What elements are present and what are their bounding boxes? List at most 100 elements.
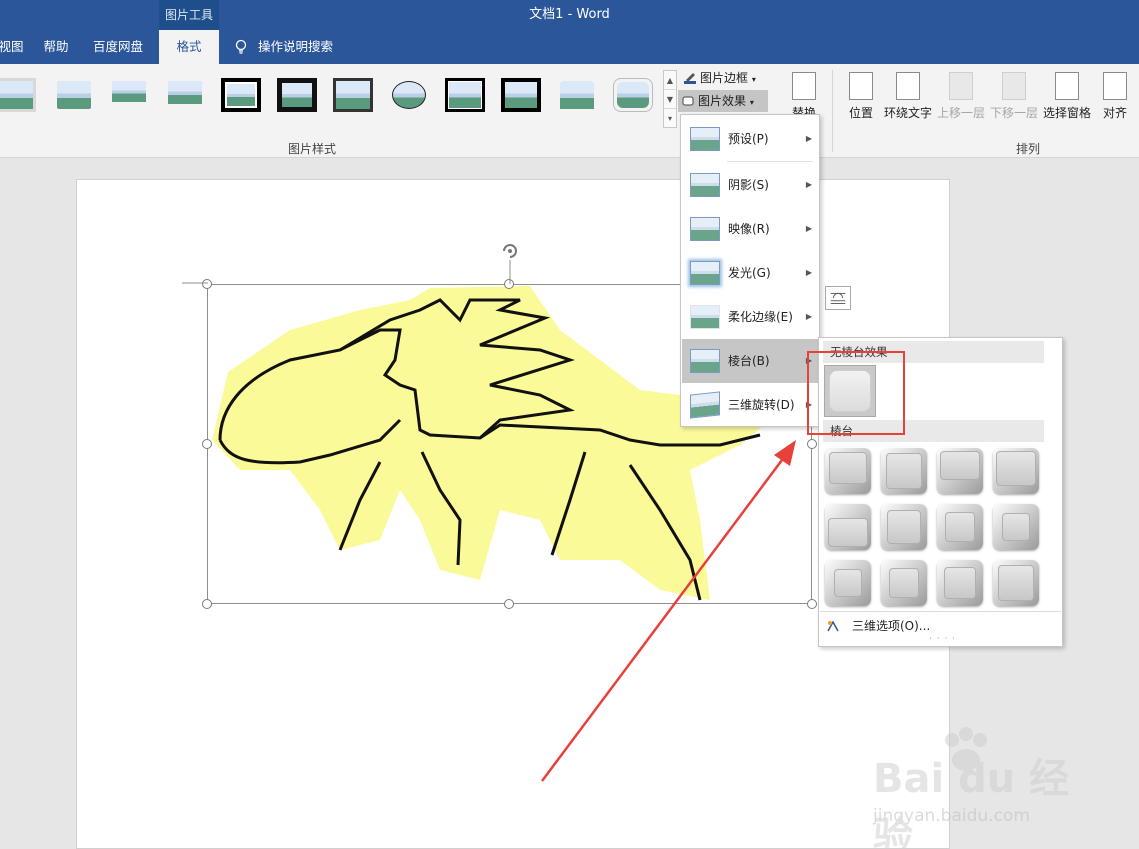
selection-pane-button[interactable]: 选择窗格	[1041, 70, 1093, 136]
submenu-arrow-icon: ▶	[805, 224, 812, 233]
3d-options-button[interactable]: 三维选项(O)...	[820, 611, 1061, 635]
picture-style-thumb[interactable]	[54, 78, 94, 112]
gallery-more-icon[interactable]: ▾	[664, 109, 676, 128]
scroll-down-icon[interactable]: ▼	[664, 90, 676, 109]
align-button[interactable]: 对齐	[1095, 70, 1135, 136]
bevel-preset-face	[889, 568, 919, 598]
bevel-preset-10[interactable]	[881, 560, 927, 606]
change-picture-icon	[792, 72, 816, 100]
menu-item-bevel[interactable]: 棱台(B) ▶	[682, 339, 820, 383]
picture-effects-button[interactable]: 图片效果 ▾	[678, 90, 768, 112]
resize-handle-s[interactable]	[504, 599, 514, 609]
picture-style-thumb[interactable]	[389, 78, 429, 112]
picture-style-thumb[interactable]	[221, 78, 261, 112]
picture-style-thumb[interactable]	[277, 78, 317, 112]
bevel-preset-12[interactable]	[993, 560, 1039, 606]
bevel-preset-7[interactable]	[937, 504, 983, 550]
picture-style-thumb[interactable]	[501, 78, 541, 112]
menu-item-reflection[interactable]: 映像(R) ▶	[682, 207, 820, 251]
scroll-up-icon[interactable]: ▲	[664, 71, 676, 90]
wrap-text-icon	[896, 72, 920, 100]
selection-pane-icon	[1055, 72, 1079, 100]
bevel-preset-face	[828, 518, 868, 547]
bevel-preset-3[interactable]	[937, 448, 983, 494]
watermark-url: jingyan.baidu.com	[873, 806, 1030, 826]
align-icon	[1103, 72, 1127, 100]
bevel-preset-9[interactable]	[825, 560, 871, 606]
menu-item-shadow[interactable]: 阴影(S) ▶	[682, 163, 820, 207]
submenu-arrow-icon: ▶	[805, 180, 812, 189]
picture-styles-group-label: 图片样式	[288, 142, 337, 156]
picture-style-thumb[interactable]	[109, 78, 149, 112]
tab-baidu-netdisk[interactable]: 百度网盘	[86, 30, 150, 64]
position-button[interactable]: 位置	[836, 70, 886, 136]
tab-format[interactable]: 格式	[159, 30, 219, 64]
window-title: 文档1 - Word	[529, 7, 610, 22]
bring-forward-button[interactable]: 上移一层	[935, 70, 987, 136]
picture-style-thumb[interactable]	[165, 78, 205, 112]
resize-handle-e[interactable]	[807, 439, 817, 449]
resize-handle-se[interactable]	[807, 599, 817, 609]
picture-style-thumb[interactable]	[613, 78, 653, 112]
shadow-thumb-icon	[690, 173, 720, 197]
rotate-handle-icon[interactable]	[499, 240, 521, 284]
bevel-preset-1[interactable]	[825, 448, 871, 494]
preset-thumb-icon	[690, 127, 720, 151]
soft-edges-thumb-icon	[690, 305, 720, 329]
lightbulb-icon	[235, 39, 247, 54]
bevel-preset-11[interactable]	[937, 560, 983, 606]
menu-item-3d-rotation[interactable]: 三维旋转(D) ▶	[682, 383, 820, 427]
layout-options-icon[interactable]	[825, 286, 851, 310]
bevel-preset-2[interactable]	[881, 448, 927, 494]
bevel-preset-6[interactable]	[881, 504, 927, 550]
reflection-thumb-icon	[690, 217, 720, 241]
position-icon	[849, 72, 873, 100]
send-backward-button[interactable]: 下移一层	[988, 70, 1040, 136]
picture-style-thumb[interactable]	[445, 78, 485, 112]
watermark-logo-text: Bai du 经验	[873, 756, 1070, 849]
tell-me-search[interactable]: 操作说明搜索	[258, 30, 342, 64]
submenu-arrow-icon: ▶	[805, 312, 812, 321]
picture-style-thumb[interactable]	[0, 78, 36, 112]
bevel-preset-face	[945, 512, 975, 542]
menu-item-preset[interactable]: 预设(P) ▶	[682, 117, 820, 161]
submenu-arrow-icon: ▶	[805, 268, 812, 277]
picture-effects-menu: 预设(P) ▶ 阴影(S) ▶ 映像(R) ▶ 发光(G) ▶ 柔化边缘(E) …	[680, 114, 820, 427]
bevel-preset-face	[996, 451, 1036, 486]
menu-item-soft-edges[interactable]: 柔化边缘(E) ▶	[682, 295, 820, 339]
menu-item-glow[interactable]: 发光(G) ▶	[682, 251, 820, 295]
title-bar: 图片工具 文档1 - Word	[0, 0, 1139, 30]
glow-thumb-icon	[690, 261, 720, 285]
bevel-preset-face	[829, 452, 867, 484]
tab-help[interactable]: 帮助	[36, 30, 76, 64]
resize-grip-icon[interactable]: · · · ·	[929, 634, 956, 644]
ribbon-tab-bar: 视图 帮助 百度网盘 格式 操作说明搜索	[0, 30, 1139, 64]
tab-view[interactable]: 视图	[0, 30, 36, 64]
bevel-preset-face	[940, 451, 980, 480]
resize-handle-w[interactable]	[202, 439, 212, 449]
wrap-text-button[interactable]: 环绕文字	[882, 70, 934, 136]
send-backward-icon	[1002, 72, 1026, 100]
gallery-scroll[interactable]: ▲ ▼ ▾	[663, 70, 677, 128]
bevel-preset-8[interactable]	[993, 504, 1039, 550]
bevel-preset-4[interactable]	[993, 448, 1039, 494]
annotation-highlight-box	[807, 351, 905, 435]
bevel-preset-face	[1002, 513, 1030, 541]
picture-style-thumb[interactable]	[333, 78, 373, 112]
picture-border-button[interactable]: 图片边框 ▾	[680, 67, 766, 89]
arrange-group-label: 排列	[1016, 142, 1041, 156]
submenu-arrow-icon: ▶	[805, 134, 812, 143]
bevel-preset-5[interactable]	[825, 504, 871, 550]
bevel-preset-face	[834, 569, 862, 597]
3d-rotation-thumb-icon	[690, 391, 720, 419]
picture-effects-icon	[682, 96, 694, 106]
bevel-preset-face	[886, 453, 922, 489]
resize-handle-sw[interactable]	[202, 599, 212, 609]
bevel-preset-face	[887, 510, 921, 544]
3d-options-icon	[827, 620, 839, 632]
pen-border-icon	[684, 73, 696, 84]
anchor-line	[182, 282, 208, 284]
picture-style-thumb[interactable]	[557, 78, 597, 112]
bevel-preset-face	[998, 565, 1034, 601]
bring-forward-icon	[949, 72, 973, 100]
